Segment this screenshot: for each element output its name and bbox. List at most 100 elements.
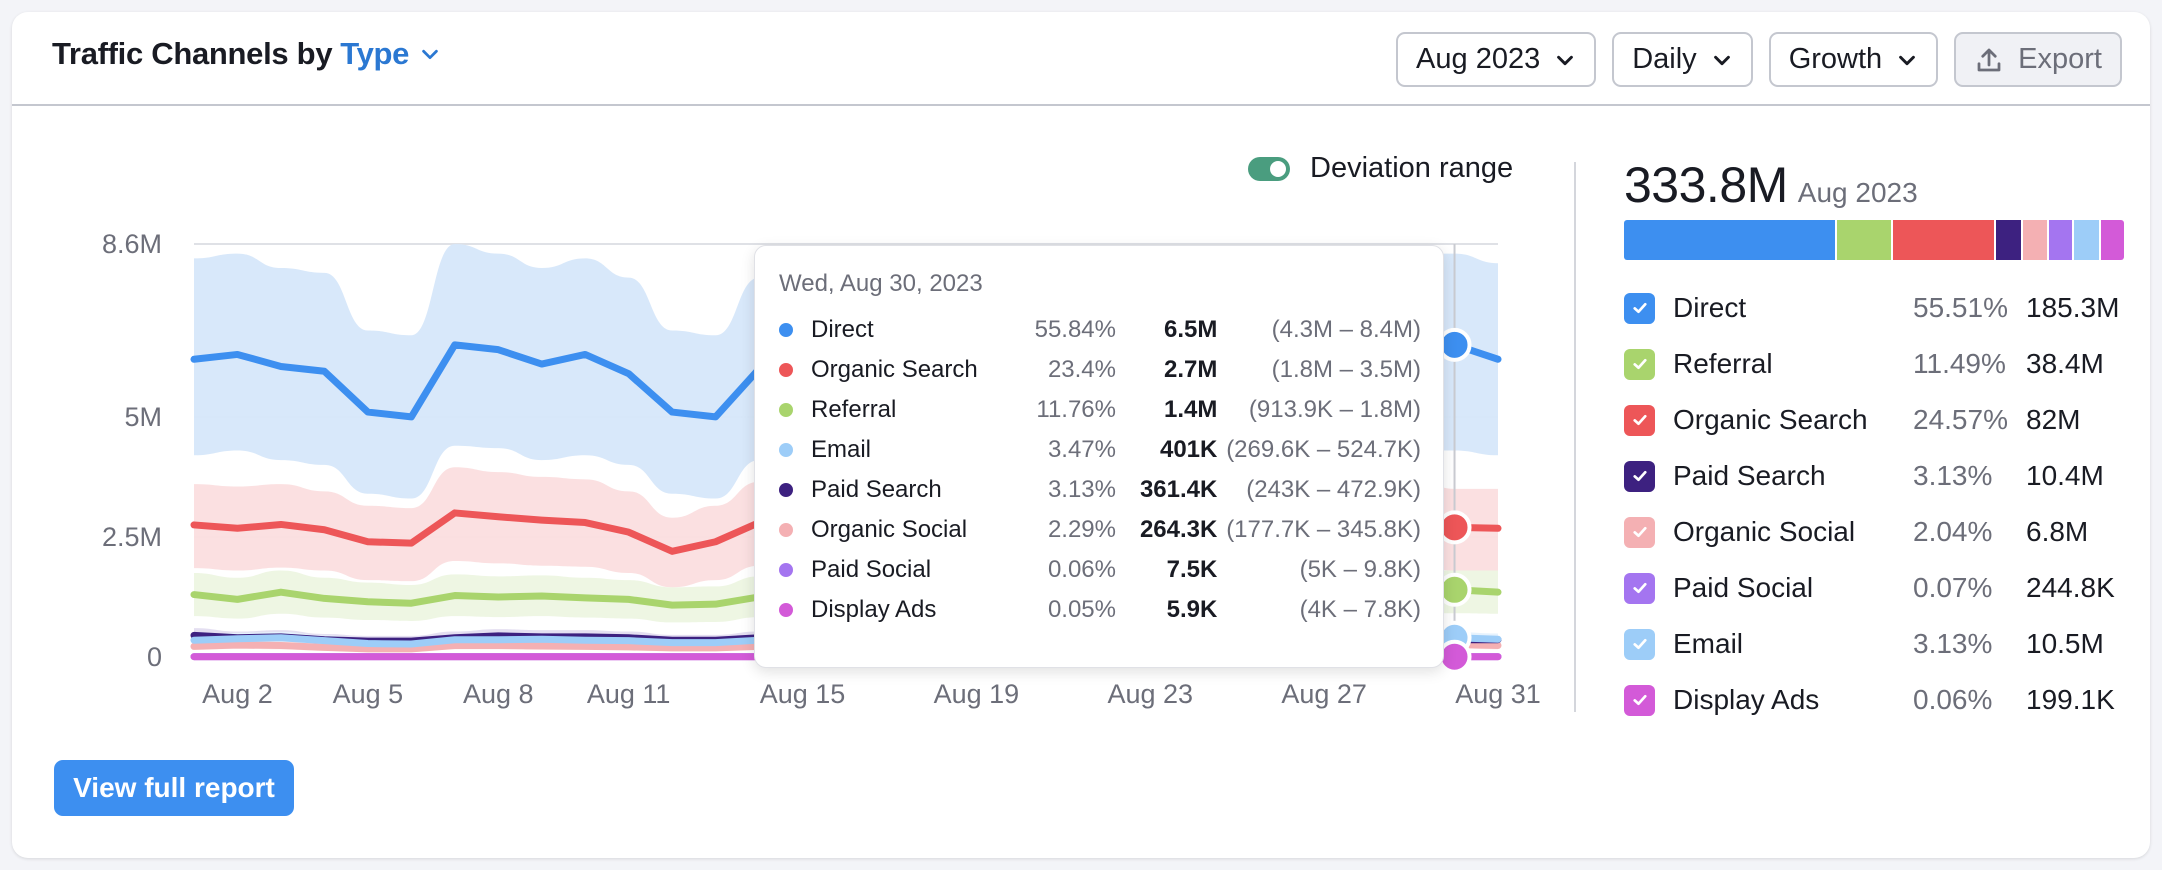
legend-pct: 3.13% <box>1913 628 1993 659</box>
series-dot-icon <box>779 523 793 537</box>
legend-checkbox[interactable] <box>1624 572 1655 604</box>
tooltip-row-direct: Direct 55.84% 6.5M (4.3M – 8.4M) <box>779 310 1421 350</box>
tooltip-series-name: Direct <box>811 316 874 343</box>
x-tick-label: Aug 15 <box>760 679 846 709</box>
share-segment-display-ads <box>2100 220 2124 260</box>
y-tick-label: 8.6M <box>102 229 162 259</box>
legend-name: Email <box>1673 628 1744 659</box>
x-tick-label: Aug 5 <box>333 679 404 709</box>
y-axis: 0 2.5M 5M 8.6M <box>102 229 162 672</box>
tooltip-series-range: (269.6K – 524.7K) <box>1226 436 1421 463</box>
legend-item-paid-search[interactable]: Paid Search 3.13% 10.4M <box>1624 448 2138 504</box>
legend-checkbox[interactable] <box>1624 516 1655 548</box>
tooltip-series-pct: 2.29% <box>1047 516 1116 543</box>
legend-item-display-ads[interactable]: Display Ads 0.06% 199.1K <box>1624 672 2138 728</box>
share-segment-direct <box>1624 220 1835 260</box>
metric-dropdown[interactable]: Growth <box>1768 32 1939 87</box>
summary: 333.8M Aug 2023 <box>1624 156 2124 260</box>
summary-total: 333.8M Aug 2023 <box>1624 156 2124 214</box>
tooltip-series-range: (243K – 472.9K) <box>1246 476 1421 503</box>
series-dot-icon <box>779 403 793 417</box>
legend-value: 82M <box>2026 404 2081 435</box>
tooltip-series-name: Organic Search <box>811 356 978 383</box>
total-visits: 333.8M <box>1624 157 1788 213</box>
export-button[interactable]: Export <box>1954 32 2122 87</box>
tooltip-series-value: 264.3K <box>1139 516 1218 543</box>
tooltip-row-paid-social: Paid Social 0.06% 7.5K (5K – 9.8K) <box>779 550 1421 590</box>
tooltip-series-value: 7.5K <box>1166 556 1218 583</box>
y-tick-label: 2.5M <box>102 522 162 552</box>
channel-legend: Direct 55.51% 185.3M Referral 11.49% 38.… <box>1624 280 2138 728</box>
legend-name: Direct <box>1673 292 1747 323</box>
legend-item-organic-search[interactable]: Organic Search 24.57% 82M <box>1624 392 2138 448</box>
tooltip-series-pct: 55.84% <box>1034 316 1116 343</box>
export-label: Export <box>2018 43 2102 75</box>
tooltip-series-range: (913.9K – 1.8M) <box>1248 396 1421 423</box>
y-tick-label: 5M <box>124 402 162 432</box>
checkmark-icon <box>1632 638 1647 650</box>
hover-marker-display-ads <box>1437 639 1472 674</box>
legend-item-referral[interactable]: Referral 11.49% 38.4M <box>1624 336 2138 392</box>
legend-item-direct[interactable]: Direct 55.51% 185.3M <box>1624 280 2138 336</box>
hover-marker-organic-search <box>1437 510 1472 545</box>
chevron-down-icon <box>1557 55 1574 65</box>
tooltip-row-organic-search: Organic Search 23.4% 2.7M (1.8M – 3.5M) <box>779 350 1421 390</box>
tooltip-series-value: 6.5M <box>1163 316 1218 343</box>
legend-checkbox[interactable] <box>1624 404 1655 436</box>
tooltip-series-name: Email <box>811 436 872 463</box>
series-dot-icon <box>779 323 793 337</box>
legend-name: Display Ads <box>1673 684 1820 715</box>
legend-checkbox[interactable] <box>1624 684 1655 716</box>
legend-value: 38.4M <box>2026 348 2104 379</box>
tooltip-series-range: (1.8M – 3.5M) <box>1271 356 1421 383</box>
share-segment-paid-social <box>2048 220 2072 260</box>
legend-checkbox[interactable] <box>1624 460 1655 492</box>
checkmark-icon <box>1632 694 1647 706</box>
tooltip-series-pct: 11.76% <box>1036 396 1116 423</box>
chevron-down-icon <box>1713 55 1730 65</box>
series-dot-icon <box>779 603 793 617</box>
x-tick-label: Aug 11 <box>587 679 671 709</box>
series-dot-icon <box>779 563 793 577</box>
vertical-divider <box>1574 162 1576 712</box>
series-dot-icon <box>779 443 793 457</box>
tooltip-series-pct: 23.4% <box>1047 356 1116 383</box>
tooltip-series-range: (5K – 9.8K) <box>1299 556 1421 583</box>
tooltip-series-range: (177.7K – 345.8K) <box>1226 516 1421 543</box>
granularity-dropdown-label: Daily <box>1632 43 1697 75</box>
granularity-dropdown[interactable]: Daily <box>1612 32 1753 87</box>
tooltip-series-name: Paid Search <box>811 476 942 503</box>
hover-marker-direct <box>1437 327 1472 362</box>
share-segment-paid-search <box>1996 220 2022 260</box>
tooltip-series-value: 2.7M <box>1163 356 1218 383</box>
legend-name: Paid Social <box>1673 572 1814 603</box>
tooltip-series-name: Paid Social <box>811 556 932 583</box>
legend-pct: 3.13% <box>1913 460 1993 491</box>
legend-item-email[interactable]: Email 3.13% 10.5M <box>1624 616 2138 672</box>
legend-checkbox[interactable] <box>1624 292 1655 324</box>
view-full-report-button[interactable]: View full report <box>54 760 294 816</box>
tooltip-row-paid-search: Paid Search 3.13% 361.4K (243K – 472.9K) <box>779 470 1421 510</box>
traffic-channels-card: Traffic Channels by Type Aug 2023 Daily … <box>12 12 2150 858</box>
legend-item-organic-social[interactable]: Organic Social 2.04% 6.8M <box>1624 504 2138 560</box>
tooltip-series-range: (4K – 7.8K) <box>1299 596 1421 623</box>
legend-checkbox[interactable] <box>1624 348 1655 380</box>
legend-pct: 0.06% <box>1913 684 1993 715</box>
legend-item-paid-social[interactable]: Paid Social 0.07% 244.8K <box>1624 560 2138 616</box>
tooltip-series-name: Display Ads <box>811 596 937 623</box>
tooltip-series-pct: 0.06% <box>1047 556 1116 583</box>
tooltip-series-pct: 3.13% <box>1047 476 1116 503</box>
chart-tooltip: Wed, Aug 30, 2023 Direct 55.84% 6.5M (4.… <box>754 245 1444 668</box>
tooltip-series-pct: 3.47% <box>1047 436 1116 463</box>
checkmark-icon <box>1632 470 1647 482</box>
legend-checkbox[interactable] <box>1624 628 1655 660</box>
x-tick-label: Aug 23 <box>1107 679 1193 709</box>
legend-name: Paid Search <box>1673 460 1826 491</box>
tooltip-row-display-ads: Display Ads 0.05% 5.9K (4K – 7.8K) <box>779 590 1421 630</box>
tooltip-series-name: Organic Social <box>811 516 968 543</box>
y-tick-label: 0 <box>147 642 162 672</box>
chevron-down-icon <box>1899 55 1916 65</box>
tooltip-series-value: 401K <box>1159 436 1218 463</box>
legend-value: 10.5M <box>2026 628 2104 659</box>
tooltip-row-referral: Referral 11.76% 1.4M (913.9K – 1.8M) <box>779 390 1421 430</box>
